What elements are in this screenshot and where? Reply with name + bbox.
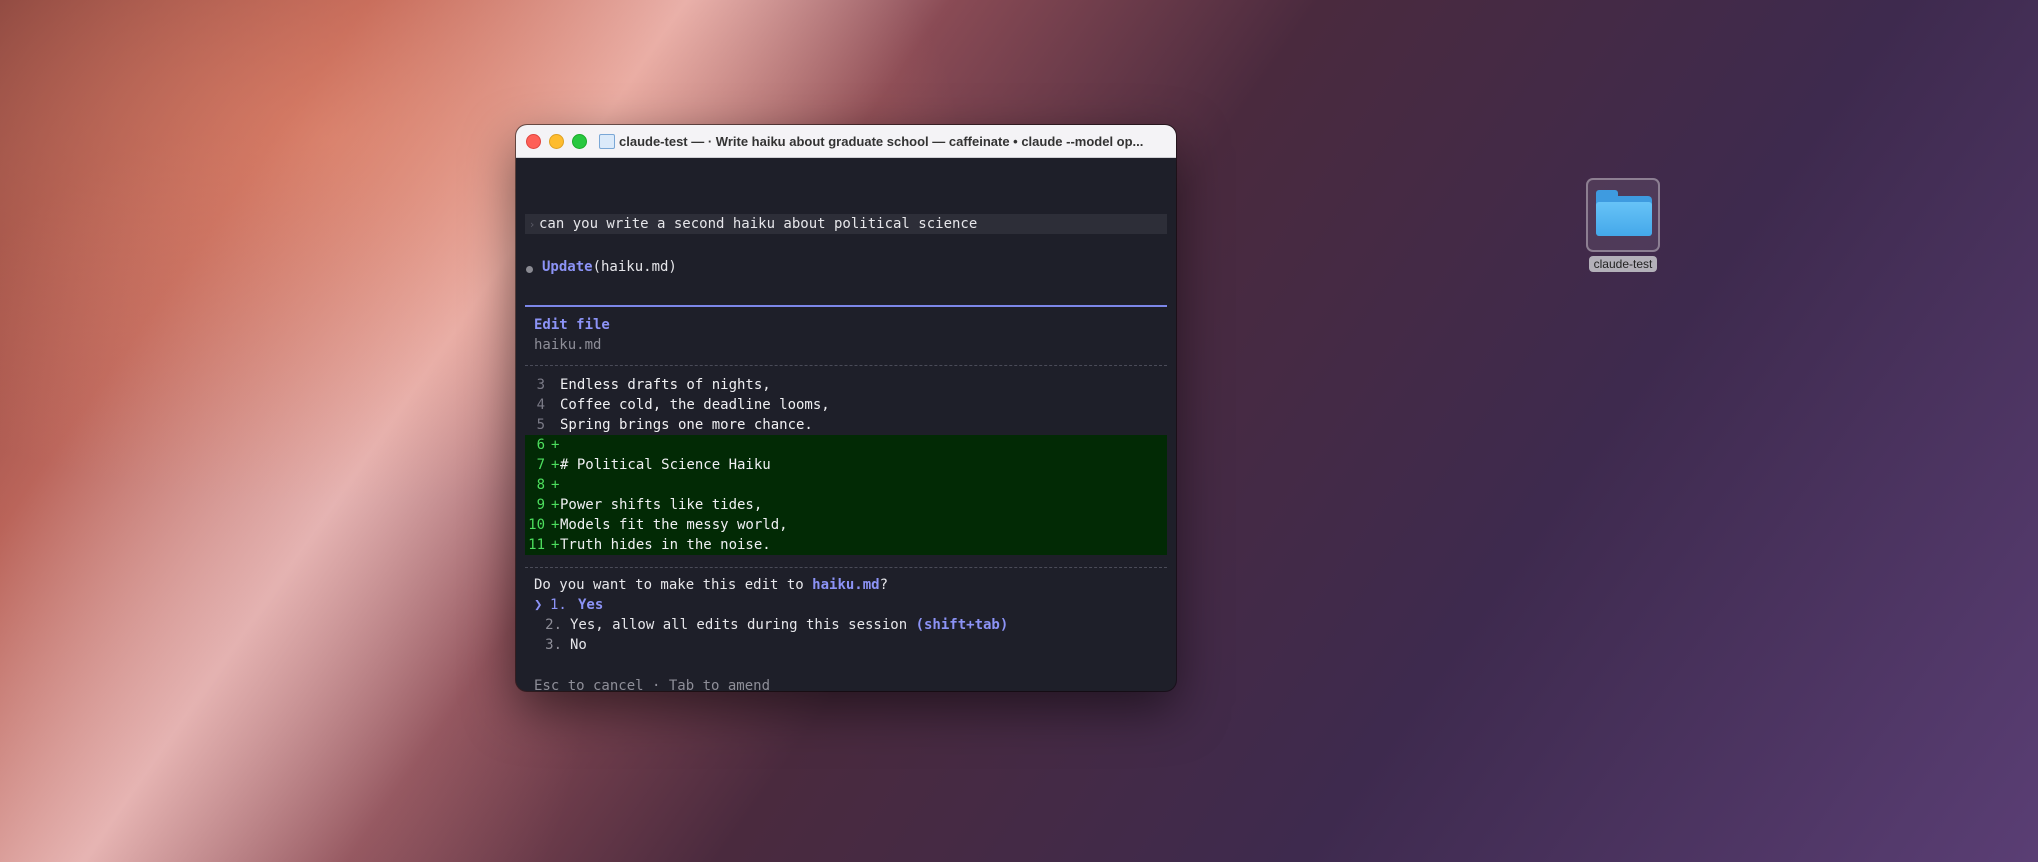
diff-line-added: 11 + Truth hides in the noise. — [525, 535, 1167, 555]
line-number: 5 — [536, 417, 545, 433]
diff-line-added: 10 + Models fit the messy world, — [525, 515, 1167, 535]
window-title: claude-test — · Write haiku about gradua… — [619, 133, 1144, 149]
edit-panel-title: Edit file — [534, 317, 610, 333]
gutter — [551, 415, 560, 435]
line-text: Endless drafts of nights, — [560, 377, 771, 393]
diff-view: 3 Endless drafts of nights, 4 Coffee cold… — [525, 375, 1167, 555]
selection-caret-icon: ❯ — [534, 597, 543, 613]
question-filename: haiku.md — [812, 577, 880, 593]
plus-icon: + — [551, 457, 560, 473]
option-label: Yes, allow all edits during this session — [570, 617, 916, 633]
option-yes[interactable]: ❯ 1. Yes — [534, 597, 603, 613]
line-text: Truth hides in the noise. — [560, 537, 771, 553]
line-text: # Political Science Haiku — [560, 457, 771, 473]
desktop-folder-claude-test[interactable]: claude-test — [1583, 178, 1663, 273]
plus-icon: + — [551, 497, 560, 513]
line-number: 11 — [528, 537, 545, 553]
plus-icon: + — [551, 537, 560, 553]
tool-name: Update — [542, 259, 593, 275]
option-shortcut: (shift+tab) — [915, 617, 1009, 633]
diff-line-added: 7 + # Political Science Haiku — [525, 455, 1167, 475]
prompt-caret-icon: › — [528, 217, 536, 231]
gutter — [551, 395, 560, 415]
tool-args: (haiku.md) — [592, 259, 677, 275]
confirm-question: Do you want to make this edit to haiku.m… — [534, 577, 889, 593]
minimize-button[interactable] — [549, 133, 564, 149]
option-no[interactable]: 3. No — [534, 637, 587, 653]
plus-icon: + — [551, 477, 560, 493]
title-bar[interactable]: claude-test — · Write haiku about gradua… — [516, 125, 1176, 158]
line-number: 4 — [536, 397, 545, 413]
line-number: 9 — [536, 497, 545, 513]
line-text: Coffee cold, the deadline looms, — [560, 397, 830, 413]
option-number: 2. — [545, 617, 562, 633]
diff-divider-top — [525, 365, 1167, 367]
tool-call-line: Update(haiku.md) — [542, 259, 677, 275]
diff-line: 4 Coffee cold, the deadline looms, — [525, 395, 1167, 415]
zoom-button[interactable] — [572, 133, 587, 149]
folder-icon — [599, 133, 615, 149]
edit-panel-filename: haiku.md — [534, 337, 602, 353]
line-text: Power shifts like tides, — [560, 497, 763, 513]
line-number: 10 — [528, 517, 545, 533]
user-prompt-row: › can you write a second haiku about pol… — [525, 214, 1167, 234]
line-number: 6 — [536, 437, 545, 453]
diff-line-added: 9 + Power shifts like tides, — [525, 495, 1167, 515]
line-number: 3 — [536, 377, 545, 393]
close-button[interactable] — [526, 133, 541, 149]
status-dot-icon — [526, 266, 533, 273]
line-number: 7 — [536, 457, 545, 473]
diff-divider-bottom — [525, 567, 1167, 569]
line-number: 8 — [536, 477, 545, 493]
gutter — [551, 375, 560, 395]
keyboard-hint: Esc to cancel · Tab to amend — [534, 678, 771, 691]
edit-panel-rule — [525, 305, 1167, 307]
option-label: No — [570, 637, 587, 653]
option-allow-all[interactable]: 2. Yes, allow all edits during this sess… — [534, 617, 1008, 633]
option-number: 3. — [545, 637, 562, 653]
line-text: Models fit the messy world, — [560, 517, 788, 533]
user-prompt-text: can you write a second haiku about polit… — [539, 216, 978, 232]
diff-line-added: 8 + — [525, 475, 1167, 495]
folder-label: claude-test — [1588, 256, 1658, 272]
plus-icon: + — [551, 517, 560, 533]
diff-line-added: 6 + — [525, 435, 1167, 455]
plus-icon: + — [551, 437, 560, 453]
terminal-window: claude-test — · Write haiku about gradua… — [516, 125, 1176, 691]
diff-line: 3 Endless drafts of nights, — [525, 375, 1167, 395]
option-number: 1. — [550, 597, 567, 613]
line-text: Spring brings one more chance. — [560, 417, 813, 433]
option-label: Yes — [578, 597, 604, 613]
diff-line: 5 Spring brings one more chance. — [525, 415, 1167, 435]
folder-icon — [1586, 178, 1660, 252]
